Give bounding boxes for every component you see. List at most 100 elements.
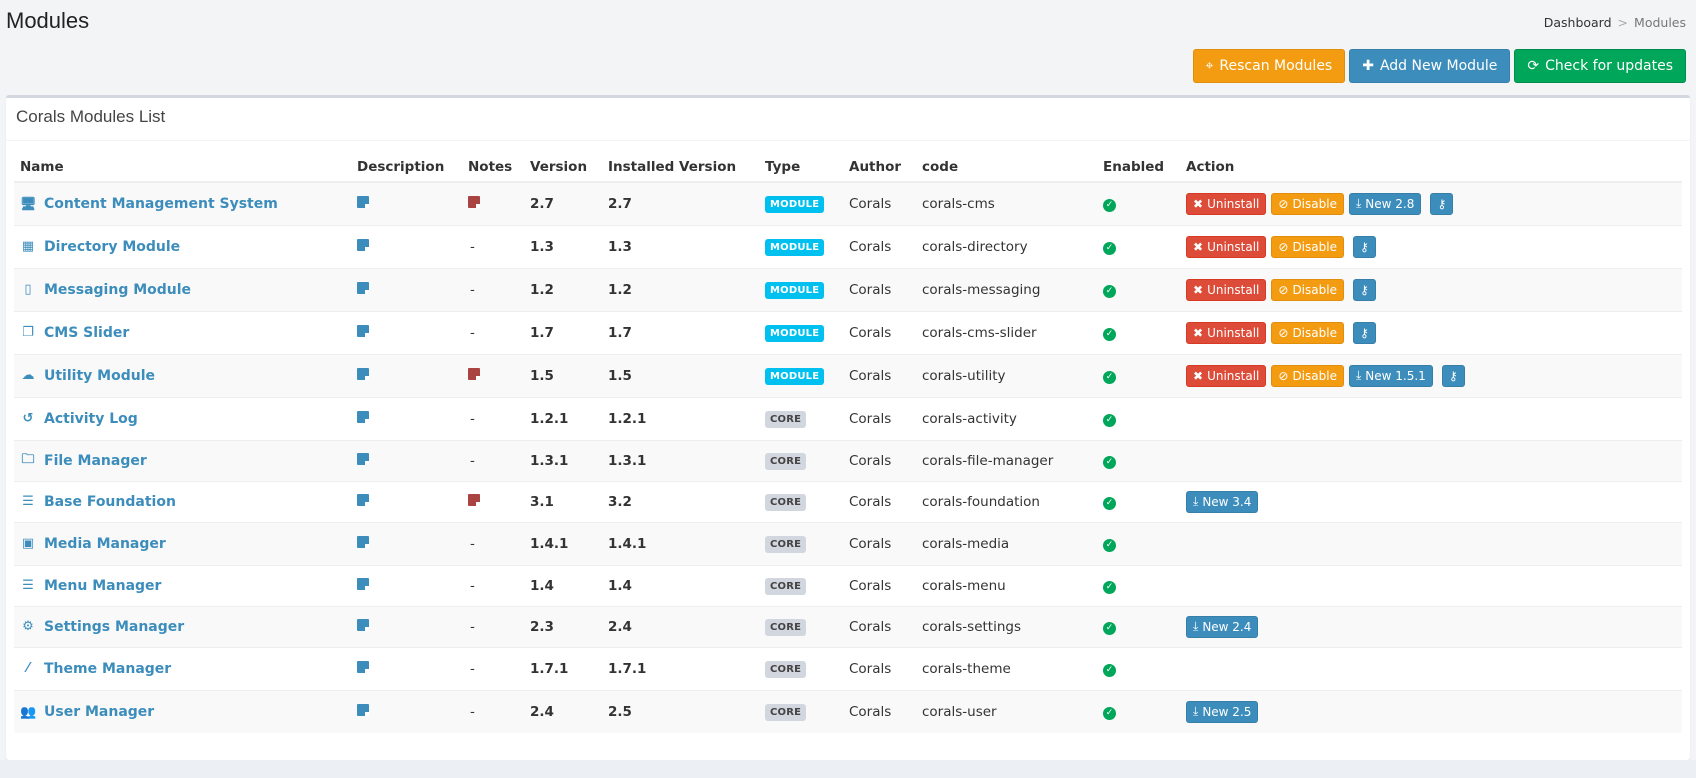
description-icon[interactable] <box>357 281 369 294</box>
module-name-link[interactable]: 👥 User Manager <box>20 704 154 720</box>
disable-button[interactable]: ⊘ Disable <box>1271 278 1344 301</box>
action-group: ✖ Uninstall ⊘ Disable ⚷ <box>1186 321 1676 344</box>
description-icon[interactable] <box>357 410 369 423</box>
action-group: ⤓ New 2.4 <box>1186 615 1676 638</box>
uninstall-button[interactable]: ✖ Uninstall <box>1186 235 1267 258</box>
notes-icon[interactable] <box>468 493 480 506</box>
module-name-link[interactable]: ⚙ Settings Manager <box>20 619 184 635</box>
notes-empty: - <box>470 281 475 298</box>
disable-button[interactable]: ⊘ Disable <box>1271 364 1344 387</box>
license-key-button[interactable]: ⚷ <box>1430 192 1454 215</box>
installed-version: 1.7.1 <box>602 646 759 690</box>
version: 1.5 <box>524 353 602 397</box>
uninstall-button[interactable]: ✖ Uninstall <box>1186 321 1267 344</box>
description-icon[interactable] <box>357 195 369 208</box>
module-name-link[interactable]: ▯ Messaging Module <box>20 282 191 298</box>
installed-version: 1.7 <box>602 310 759 354</box>
description-icon[interactable] <box>357 660 369 673</box>
description-icon[interactable] <box>357 452 369 465</box>
notes-icon[interactable] <box>468 367 480 380</box>
check-for-updates-button[interactable]: ⟳ Check for updates <box>1514 49 1686 83</box>
license-key-button[interactable]: ⚷ <box>1352 278 1376 301</box>
module-name: Messaging Module <box>44 281 192 298</box>
module-name-link[interactable]: ⁄ Theme Manager <box>20 661 171 677</box>
column-header: Version <box>524 152 602 183</box>
installed-version: 3.2 <box>602 480 759 522</box>
description-icon[interactable] <box>357 324 369 337</box>
license-key-button[interactable]: ⚷ <box>1441 364 1465 387</box>
bars-icon: ☰ <box>22 578 34 594</box>
module-name-link[interactable]: 🖥 Content Management System <box>20 196 278 212</box>
add-new-module-button[interactable]: ✚ Add New Module <box>1349 49 1511 83</box>
installed-version: 1.3.1 <box>602 439 759 481</box>
installed-version: 1.4.1 <box>602 521 759 565</box>
installed-version: 1.2 <box>602 267 759 311</box>
notes-empty: - <box>470 452 475 469</box>
rescan-modules-button[interactable]: ⌖ Rescan Modules <box>1192 49 1346 83</box>
update-button[interactable]: ⤓ New 2.8 <box>1348 192 1422 215</box>
breadcrumb-dashboard[interactable]: Dashboard <box>1544 15 1612 30</box>
uninstall-button[interactable]: ✖ Uninstall <box>1186 364 1267 387</box>
breadcrumb-current: Modules <box>1634 15 1686 30</box>
notes-empty: - <box>470 238 475 255</box>
installed-version: 1.2.1 <box>602 396 759 440</box>
author: Corals <box>843 439 916 481</box>
license-key-button[interactable]: ⚷ <box>1352 321 1376 344</box>
update-button[interactable]: ⤓ New 2.4 <box>1186 615 1259 638</box>
column-header: Description <box>351 152 462 183</box>
update-button[interactable]: ⤓ New 3.4 <box>1186 490 1259 513</box>
notes-empty: - <box>470 535 475 552</box>
notes-cell <box>462 480 524 522</box>
key-icon: ⚷ <box>1437 196 1447 211</box>
check-circle-icon: ✓ <box>1103 539 1116 552</box>
notes-cell: - <box>462 439 524 481</box>
description-icon[interactable] <box>357 238 369 251</box>
uninstall-button[interactable]: ✖ Uninstall <box>1186 192 1267 215</box>
module-name-link[interactable]: ↺ Activity Log <box>20 411 138 427</box>
description-icon[interactable] <box>357 577 369 590</box>
installed-version: 1.5 <box>602 353 759 397</box>
module-name-link[interactable]: ▣ Media Manager <box>20 536 166 552</box>
image-icon: ▣ <box>21 536 35 552</box>
disable-button[interactable]: ⊘ Disable <box>1271 192 1344 215</box>
description-icon[interactable] <box>357 703 369 716</box>
module-name-link[interactable]: ❐ CMS Slider <box>20 325 129 341</box>
notes-cell: - <box>462 396 524 440</box>
action-group: ✖ Uninstall ⊘ Disable ⤓ New 1.5.1 ⚷ <box>1186 364 1676 387</box>
column-header: Type <box>759 152 843 183</box>
notes-cell: - <box>462 224 524 268</box>
uninstall-button[interactable]: ✖ Uninstall <box>1186 278 1267 301</box>
author: Corals <box>843 310 916 354</box>
column-header: Action <box>1180 152 1682 183</box>
action-group: ✖ Uninstall ⊘ Disable ⚷ <box>1186 235 1676 258</box>
notes-cell: - <box>462 646 524 690</box>
disable-button[interactable]: ⊘ Disable <box>1271 321 1344 344</box>
ban-icon: ⊘ <box>1278 325 1289 340</box>
module-name-link[interactable]: ☰ Menu Manager <box>20 578 161 594</box>
module-name-link[interactable]: 🗀 File Manager <box>20 450 146 472</box>
description-icon[interactable] <box>357 618 369 631</box>
type-badge: CORE <box>765 618 807 636</box>
update-button[interactable]: ⤓ New 1.5.1 <box>1348 364 1433 387</box>
action-group: ⤓ New 2.5 <box>1186 700 1676 723</box>
key-icon: ⚷ <box>1360 325 1369 340</box>
license-key-button[interactable]: ⚷ <box>1352 235 1376 258</box>
module-code: corals-foundation <box>916 480 1097 522</box>
author: Corals <box>843 521 916 565</box>
description-icon[interactable] <box>357 535 369 548</box>
key-icon: ⚷ <box>1360 282 1369 297</box>
description-icon[interactable] <box>357 493 369 506</box>
description-icon[interactable] <box>357 367 369 380</box>
update-button[interactable]: ⤓ New 2.5 <box>1186 700 1259 723</box>
notes-icon[interactable] <box>468 195 480 208</box>
type-badge: MODULE <box>765 367 825 385</box>
disable-button[interactable]: ⊘ Disable <box>1271 235 1344 258</box>
module-name-link[interactable]: ☰ Base Foundation <box>20 494 176 510</box>
type-badge: CORE <box>765 535 807 553</box>
version: 3.1 <box>524 480 602 522</box>
top-actions: ⌖ Rescan Modules ✚ Add New Module ⟳ Chec… <box>1192 49 1686 83</box>
version: 1.4.1 <box>524 521 602 565</box>
refresh-icon: ⟳ <box>1527 58 1540 74</box>
module-name-link[interactable]: ▦ Directory Module <box>20 239 180 255</box>
module-name-link[interactable]: ☁ Utility Module <box>20 368 155 384</box>
